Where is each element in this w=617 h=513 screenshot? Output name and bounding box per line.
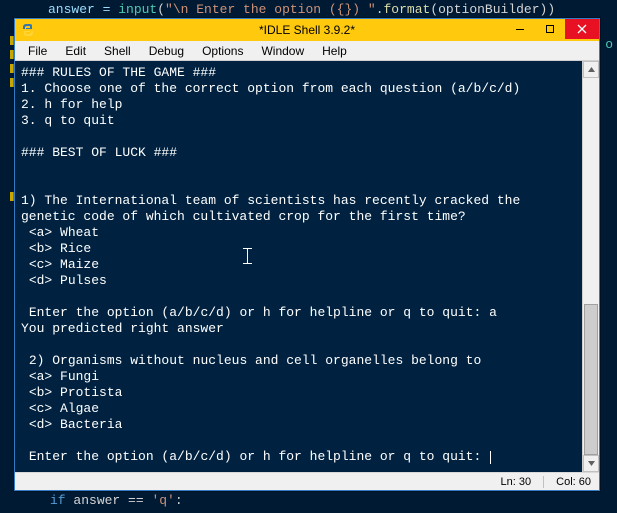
menu-debug[interactable]: Debug (140, 42, 193, 60)
shell-line: 1. Choose one of the correct option from… (21, 81, 576, 97)
status-line: Ln: 30 (501, 476, 532, 488)
shell-line (21, 433, 576, 449)
status-col: Col: 60 (556, 476, 591, 488)
minimize-button[interactable] (505, 19, 535, 39)
shell-line: ### BEST OF LUCK ### (21, 145, 576, 161)
shell-line: <b> Rice (21, 241, 576, 257)
close-button[interactable] (565, 19, 599, 39)
scroll-down-button[interactable] (583, 455, 599, 472)
shell-line: <d> Bacteria (21, 417, 576, 433)
scroll-up-button[interactable] (583, 61, 599, 78)
shell-line (21, 337, 576, 353)
shell-line: <d> Pulses (21, 273, 576, 289)
vertical-scrollbar[interactable] (582, 61, 599, 472)
shell-line: <a> Fungi (21, 369, 576, 385)
shell-line: <c> Algae (21, 401, 576, 417)
scroll-thumb[interactable] (584, 304, 598, 455)
menu-help[interactable]: Help (313, 42, 356, 60)
shell-area: ### RULES OF THE GAME ###1. Choose one o… (15, 61, 599, 472)
maximize-button[interactable] (535, 19, 565, 39)
shell-line (21, 161, 576, 177)
menu-window[interactable]: Window (252, 42, 313, 60)
text-cursor (490, 451, 491, 464)
idle-shell-window: *IDLE Shell 3.9.2* File Edit Shell Debug… (14, 18, 600, 491)
scroll-track[interactable] (583, 78, 599, 455)
menu-options[interactable]: Options (193, 42, 252, 60)
menubar: File Edit Shell Debug Options Window Hel… (15, 41, 599, 61)
shell-line (21, 129, 576, 145)
status-separator (543, 476, 544, 488)
shell-line: Enter the option (a/b/c/d) or h for help… (21, 305, 576, 321)
menu-edit[interactable]: Edit (56, 42, 95, 60)
statusbar: Ln: 30 Col: 60 (15, 472, 599, 490)
shell-line: <a> Wheat (21, 225, 576, 241)
shell-line: <b> Protista (21, 385, 576, 401)
shell-prompt-text: Enter the option (a/b/c/d) or h for help… (21, 449, 489, 464)
shell-line: 2) Organisms without nucleus and cell or… (21, 353, 576, 369)
shell-line: 1) The International team of scientists … (21, 193, 576, 225)
python-icon (21, 23, 35, 37)
shell-line: <c> Maize (21, 257, 576, 273)
shell-line: ### RULES OF THE GAME ### (21, 65, 576, 81)
shell-line: 3. q to quit (21, 113, 576, 129)
shell-line: You predicted right answer (21, 321, 576, 337)
window-controls (505, 19, 599, 39)
shell-prompt-line: Enter the option (a/b/c/d) or h for help… (21, 449, 576, 465)
shell-line (21, 289, 576, 305)
shell-output[interactable]: ### RULES OF THE GAME ###1. Choose one o… (15, 61, 582, 472)
menu-file[interactable]: File (19, 42, 56, 60)
bg-code-line: answer = input("\n Enter the option ({})… (48, 1, 555, 18)
titlebar[interactable]: *IDLE Shell 3.9.2* (15, 19, 599, 41)
editor-gutter (0, 0, 14, 513)
bg-code-line-if: if answer == 'q': (50, 492, 183, 509)
bg-code-fragment: o (605, 36, 613, 53)
shell-line (21, 177, 576, 193)
menu-shell[interactable]: Shell (95, 42, 140, 60)
shell-line: 2. h for help (21, 97, 576, 113)
